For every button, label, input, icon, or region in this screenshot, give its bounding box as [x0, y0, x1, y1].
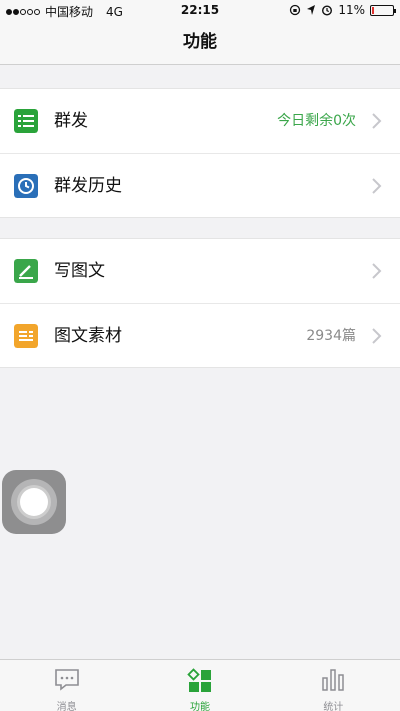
screen: 中国移动 4G 22:15 11% 功能 群发 今日剩余0次 群发历史 写图文 …	[0, 0, 400, 711]
menu-item-label: 图文素材	[54, 326, 122, 346]
message-icon	[54, 669, 79, 691]
tab-label: 功能	[189, 702, 210, 711]
tab-messages[interactable]: 消息	[0, 660, 133, 711]
chevron-right-icon	[372, 178, 382, 194]
article-icon	[14, 324, 38, 348]
chevron-right-icon	[372, 328, 382, 344]
menu-item-label: 群发历史	[54, 176, 122, 196]
menu-item-label: 群发	[54, 111, 88, 131]
alarm-icon	[322, 5, 333, 16]
pencil-icon	[14, 259, 38, 283]
location-icon	[307, 5, 316, 15]
remaining-count: 今日剩余0次	[277, 113, 356, 129]
tab-label: 统计	[323, 702, 344, 711]
article-count: 2934篇	[306, 328, 356, 344]
chevron-right-icon	[372, 113, 382, 129]
menu-group-articles: 写图文 图文素材 2934篇	[0, 238, 400, 368]
bar-chart-icon	[322, 669, 345, 691]
mass-send-icon	[14, 109, 38, 133]
status-bar: 中国移动 4G 22:15 11%	[0, 0, 400, 20]
rotation-lock-icon	[290, 4, 301, 16]
chevron-right-icon	[372, 263, 382, 279]
tab-bar: 消息 功能 统计	[0, 659, 400, 711]
menu-item-article-materials[interactable]: 图文素材 2934篇	[0, 303, 400, 367]
battery-percent: 11%	[338, 3, 365, 17]
menu-item-mass-send[interactable]: 群发 今日剩余0次	[0, 89, 400, 153]
menu-group-send: 群发 今日剩余0次 群发历史	[0, 88, 400, 218]
clock-icon	[14, 174, 38, 198]
assistive-touch-button[interactable]	[2, 470, 66, 534]
assistive-touch-icon	[17, 485, 51, 519]
nav-bar: 功能	[0, 20, 400, 65]
menu-item-write-article[interactable]: 写图文	[0, 239, 400, 303]
tab-functions[interactable]: 功能	[133, 660, 266, 711]
tab-label: 消息	[56, 702, 77, 711]
menu-item-mass-send-history[interactable]: 群发历史	[0, 153, 400, 217]
page-title: 功能	[183, 32, 217, 52]
battery-icon	[370, 4, 396, 16]
tab-statistics[interactable]: 统计	[267, 660, 400, 711]
menu-item-label: 写图文	[54, 261, 105, 281]
grid-icon	[187, 668, 211, 692]
